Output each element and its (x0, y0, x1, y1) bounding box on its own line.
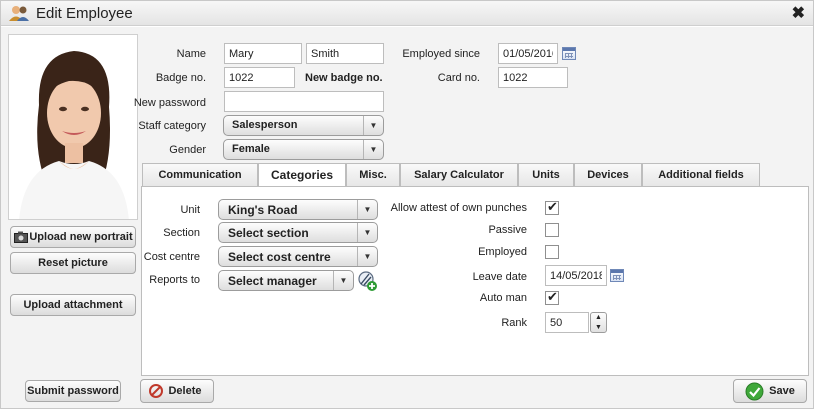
card-field[interactable] (498, 67, 568, 88)
camera-icon (14, 231, 28, 243)
calendar-icon[interactable] (562, 47, 576, 60)
cost-centre-select[interactable]: Select cost centre ▼ (218, 246, 378, 267)
tab-units[interactable]: Units (518, 163, 574, 187)
dialog-title: Edit Employee (36, 5, 133, 22)
chevron-down-icon: ▼ (363, 140, 383, 159)
badge-label: Badge no. (155, 72, 206, 84)
submit-password-button[interactable]: Submit password (25, 380, 121, 402)
chevron-down-icon: ▼ (363, 116, 383, 135)
leave-date-field[interactable] (545, 265, 607, 286)
employee-icon (9, 6, 29, 21)
section-value: Select section (228, 226, 309, 240)
no-entry-icon (149, 384, 163, 398)
cost-centre-value: Select cost centre (228, 250, 331, 264)
card-label: Card no. (437, 72, 480, 84)
section-label: Section (163, 227, 200, 239)
badge-field[interactable] (224, 67, 295, 88)
gender-label: Gender (169, 144, 206, 156)
reports-to-select[interactable]: Select manager ▼ (218, 270, 354, 291)
tab-additional-fields[interactable]: Additional fields (642, 163, 760, 187)
allow-attest-label: Allow attest of own punches (390, 202, 527, 214)
auto-man-checkbox[interactable] (545, 289, 559, 305)
password-field[interactable] (224, 91, 384, 112)
check-icon (745, 382, 764, 401)
upload-attachment-button[interactable]: Upload attachment (10, 294, 136, 316)
reports-to-label: Reports to (149, 274, 200, 286)
stepper-down-icon[interactable]: ▼ (591, 323, 606, 333)
gender-select[interactable]: Female ▼ (223, 139, 384, 160)
allow-attest-checkbox[interactable] (545, 199, 559, 215)
unit-value: King's Road (228, 203, 298, 217)
gender-value: Female (232, 143, 270, 155)
save-label: Save (769, 385, 795, 397)
delete-button[interactable]: Delete (140, 379, 214, 403)
section-select[interactable]: Select section ▼ (218, 222, 378, 243)
rank-label: Rank (501, 317, 527, 329)
last-name-field[interactable] (306, 43, 384, 64)
unit-label: Unit (180, 204, 200, 216)
name-label: Name (176, 48, 206, 60)
reset-picture-button[interactable]: Reset picture (10, 252, 136, 274)
rank-stepper[interactable]: ▲ ▼ (590, 312, 607, 333)
delete-label: Delete (168, 385, 202, 397)
tab-salary-calculator[interactable]: Salary Calculator (400, 163, 518, 187)
employed-label: Employed (478, 246, 527, 258)
chevron-down-icon: ▼ (357, 247, 377, 266)
chevron-down-icon: ▼ (357, 200, 377, 219)
passive-label: Passive (488, 224, 527, 236)
tab-communication[interactable]: Communication (142, 163, 258, 187)
upload-portrait-button[interactable]: Upload new portrait (10, 226, 136, 248)
portrait-image (9, 35, 137, 219)
auto-man-label: Auto man (479, 292, 527, 304)
staff-category-value: Salesperson (232, 119, 298, 131)
tab-devices[interactable]: Devices (574, 163, 642, 187)
new-badge-link[interactable]: New badge no. (305, 72, 383, 84)
reports-to-value: Select manager (228, 274, 317, 288)
tab-categories[interactable]: Categories (258, 163, 346, 188)
close-icon[interactable]: ✖ (792, 3, 805, 23)
edit-employee-dialog: Edit Employee ✖ Upload new portrait Rese… (0, 0, 814, 409)
first-name-field[interactable] (224, 43, 302, 64)
unit-select[interactable]: King's Road ▼ (218, 199, 378, 220)
chevron-down-icon: ▼ (357, 223, 377, 242)
save-button[interactable]: Save (733, 379, 807, 403)
employed-since-label: Employed since (402, 48, 480, 60)
calendar-icon[interactable] (610, 269, 624, 282)
password-label: New password (133, 97, 206, 109)
staff-category-select[interactable]: Salesperson ▼ (223, 115, 384, 136)
staff-category-label: Staff category (138, 120, 206, 132)
stepper-up-icon[interactable]: ▲ (591, 313, 606, 323)
title-bar[interactable]: Edit Employee ✖ (1, 1, 813, 26)
employed-since-field[interactable] (498, 43, 558, 64)
add-manager-icon[interactable] (356, 270, 378, 292)
chevron-down-icon: ▼ (333, 271, 353, 290)
tab-misc[interactable]: Misc. (346, 163, 400, 187)
passive-checkbox[interactable] (545, 223, 559, 237)
employee-portrait (8, 34, 138, 220)
leave-date-label: Leave date (472, 271, 527, 283)
employed-checkbox[interactable] (545, 245, 559, 259)
rank-field[interactable] (545, 312, 589, 333)
cost-centre-label: Cost centre (143, 251, 200, 263)
upload-portrait-label: Upload new portrait (29, 231, 133, 243)
